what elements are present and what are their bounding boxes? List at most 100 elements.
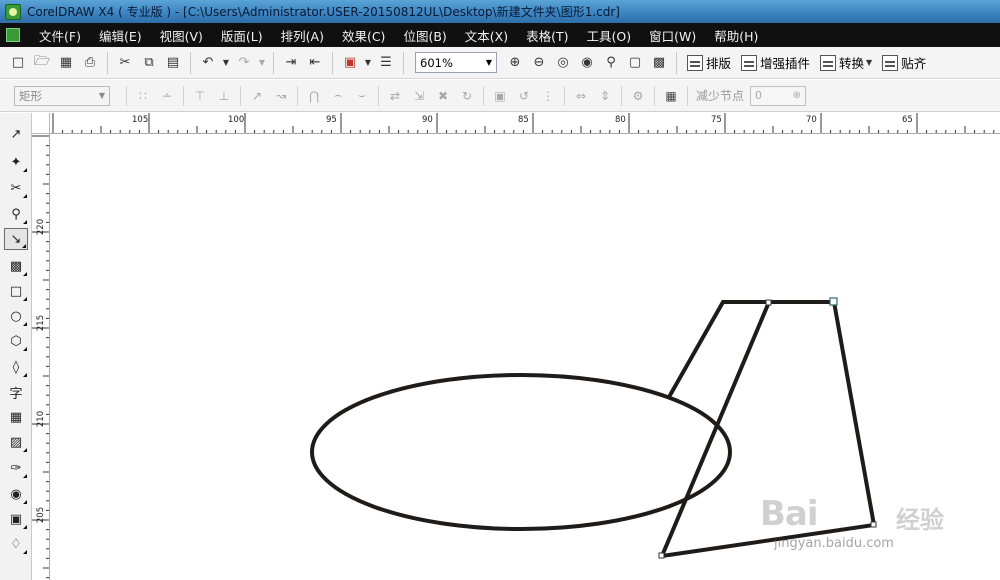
- ellipse-tool-icon[interactable]: ○: [4, 305, 28, 327]
- enhance-plugin-button[interactable]: 增强插件: [741, 53, 810, 72]
- toolbar-separator: [564, 85, 565, 106]
- node-handle[interactable]: [765, 299, 772, 306]
- outline-tool-icon[interactable]: ◉: [4, 483, 28, 505]
- zoom-page-icon[interactable]: ⚲: [600, 52, 622, 74]
- export-icon[interactable]: ⇤: [304, 52, 326, 74]
- menu-help[interactable]: 帮助(H): [705, 26, 767, 45]
- flyout-indicator-icon: [23, 297, 27, 301]
- ellipse-shape[interactable]: [310, 373, 732, 531]
- smooth-node-icon[interactable]: ⌢: [327, 86, 349, 106]
- extract-subpath-icon[interactable]: ✖: [432, 86, 454, 106]
- menu-layout[interactable]: 版面(L): [212, 26, 272, 45]
- reverse-direction-icon[interactable]: ⇄: [384, 86, 406, 106]
- elastic-mode-icon[interactable]: ⚙: [627, 86, 649, 106]
- print-icon[interactable]: ⎙: [79, 52, 101, 74]
- vertical-ruler[interactable]: 220 215 210 205: [32, 134, 50, 580]
- layout-plugin-button[interactable]: 排版: [687, 53, 731, 72]
- title-bar: CorelDRAW X4 ( 专业版 ) - [C:\Users\Adminis…: [0, 0, 1000, 23]
- chevron-down-icon: ▼: [98, 91, 105, 100]
- smart-fill-tool-icon[interactable]: ▩: [4, 255, 28, 277]
- break-curve-icon[interactable]: ⊥: [213, 86, 235, 106]
- align-nodes-icon[interactable]: ⋮: [537, 86, 559, 106]
- menu-arrange[interactable]: 排列(A): [272, 26, 333, 45]
- open-folder-icon[interactable]: 🗁: [31, 52, 53, 74]
- import-icon[interactable]: ⇥: [280, 52, 302, 74]
- auto-close-icon[interactable]: ↻: [456, 86, 478, 106]
- add-node-icon[interactable]: ∷: [132, 86, 154, 106]
- freehand-tool-icon[interactable]: ↘: [4, 228, 28, 250]
- menu-view[interactable]: 视图(V): [151, 26, 212, 45]
- toolbar-separator: [687, 85, 688, 106]
- shape-tool-icon[interactable]: ✦: [4, 151, 28, 173]
- reduce-nodes-label: 减少节点: [696, 89, 745, 103]
- zoom-in-icon[interactable]: ⊕: [504, 52, 526, 74]
- text-tool-icon[interactable]: 字: [4, 381, 28, 403]
- convert-to-curve-icon[interactable]: ↝: [270, 86, 292, 106]
- menu-edit[interactable]: 编辑(E): [90, 26, 151, 45]
- document-icon[interactable]: [6, 28, 20, 42]
- reflect-horizontal-icon[interactable]: ⇔: [570, 86, 592, 106]
- menu-text[interactable]: 文本(X): [456, 26, 517, 45]
- crop-tool-icon[interactable]: ✂: [4, 177, 28, 199]
- polygon-tool-icon[interactable]: ⬡: [4, 330, 28, 352]
- welcome-screen-icon[interactable]: ☰: [375, 52, 397, 74]
- snap-plugin-button[interactable]: 贴齐: [882, 53, 926, 72]
- layout-plugin-icon: [687, 54, 703, 71]
- menu-effects[interactable]: 效果(C): [333, 26, 394, 45]
- redo-icon[interactable]: ↷: [233, 52, 255, 74]
- coreldraw-logo-icon: [5, 3, 21, 20]
- select-all-nodes-icon[interactable]: ▦: [660, 86, 682, 106]
- menu-bitmaps[interactable]: 位图(B): [394, 26, 455, 45]
- shape-type-select[interactable]: 矩形 ▼: [14, 85, 110, 106]
- zoom-selected-icon[interactable]: ◎: [552, 52, 574, 74]
- reflect-vertical-icon[interactable]: ⇕: [594, 86, 616, 106]
- fill-tool-icon[interactable]: ▣: [4, 508, 28, 530]
- cusp-node-icon[interactable]: ⋂: [303, 86, 325, 106]
- pick-tool-icon[interactable]: ↗: [4, 123, 28, 145]
- selected-node-handle[interactable]: [829, 297, 838, 306]
- menu-table[interactable]: 表格(T): [517, 26, 577, 45]
- rotate-nodes-icon[interactable]: ↺: [513, 86, 535, 106]
- convert-plugin-button[interactable]: 转换 ▼: [820, 53, 872, 72]
- horizontal-ruler[interactable]: 105 100 95 90 85 80 75 70 65: [50, 113, 1000, 134]
- zoom-height-icon[interactable]: ▩: [648, 52, 670, 74]
- join-nodes-icon[interactable]: ⊤: [189, 86, 211, 106]
- cut-icon[interactable]: ✂: [114, 52, 136, 74]
- toolbar-separator: [403, 51, 404, 74]
- flyout-indicator-icon: [23, 500, 27, 504]
- copy-icon[interactable]: ⧉: [138, 52, 160, 74]
- zoom-all-objects-icon[interactable]: ◉: [576, 52, 598, 74]
- convert-to-line-icon[interactable]: ↗: [246, 86, 268, 106]
- interactive-fill-tool-icon[interactable]: ♢: [4, 533, 28, 555]
- application-launcher-icon[interactable]: ▣: [339, 52, 361, 74]
- undo-dropdown-icon[interactable]: ▼: [221, 52, 231, 74]
- new-document-icon[interactable]: □: [7, 52, 29, 74]
- zoom-tool-icon[interactable]: ⚲: [4, 203, 28, 225]
- launcher-dropdown-icon[interactable]: ▼: [363, 52, 373, 74]
- extend-curve-icon[interactable]: ⇲: [408, 86, 430, 106]
- ruler-origin[interactable]: [32, 113, 50, 134]
- basic-shapes-tool-icon[interactable]: ◊: [4, 356, 28, 378]
- menu-tools[interactable]: 工具(O): [578, 26, 641, 45]
- rectangle-tool-icon[interactable]: □: [4, 280, 28, 302]
- zoom-width-icon[interactable]: ▢: [624, 52, 646, 74]
- save-icon[interactable]: ▦: [55, 52, 77, 74]
- table-tool-icon[interactable]: ▦: [4, 406, 28, 428]
- spinner-icon[interactable]: ⊕: [793, 90, 801, 101]
- delete-node-icon[interactable]: ∸: [156, 86, 178, 106]
- shape-type-value: 矩形: [19, 88, 42, 103]
- node-handle[interactable]: [658, 552, 665, 559]
- zoom-level-select[interactable]: 601% ▼: [415, 52, 497, 73]
- zoom-out-icon[interactable]: ⊖: [528, 52, 550, 74]
- curve-smoothness-input[interactable]: 0 ⊕: [750, 85, 807, 106]
- undo-icon[interactable]: ↶: [197, 52, 219, 74]
- interactive-blend-tool-icon[interactable]: ▨: [4, 431, 28, 453]
- stretch-nodes-icon[interactable]: ▣: [489, 86, 511, 106]
- menu-window[interactable]: 窗口(W): [640, 26, 705, 45]
- symmetrical-node-icon[interactable]: ⌣: [351, 86, 373, 106]
- menu-file[interactable]: 文件(F): [30, 26, 90, 45]
- redo-dropdown-icon[interactable]: ▼: [257, 52, 267, 74]
- ruler-label: 85: [518, 115, 529, 125]
- eyedropper-tool-icon[interactable]: ✑: [4, 457, 28, 479]
- paste-icon[interactable]: ▤: [162, 52, 184, 74]
